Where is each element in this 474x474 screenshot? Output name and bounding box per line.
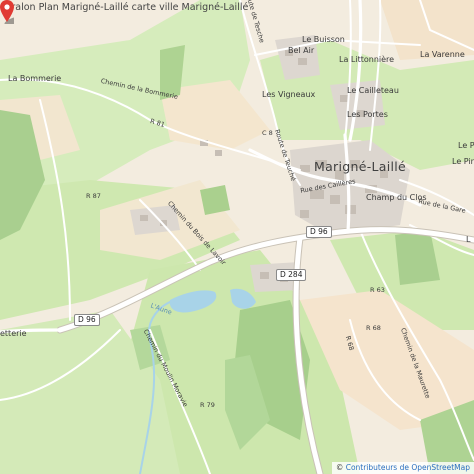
place-label-le-pi: Le Pi — [458, 141, 474, 150]
road-label-r63: R 63 — [370, 286, 385, 294]
place-label-bel-air: Bel Air — [288, 46, 315, 55]
place-label-les-vigneaux: Les Vigneaux — [262, 90, 316, 99]
map-tiles — [0, 0, 474, 474]
attribution-prefix: © — [335, 463, 346, 472]
place-label-le-pin: Le Pin — [452, 157, 474, 166]
village-label: Marigné-Laillé — [314, 159, 407, 174]
forest-area — [200, 185, 230, 215]
place-label-le-buisson: Le Buisson — [302, 35, 345, 44]
road-shield-d284: D 284 — [276, 269, 307, 281]
road-label-c8: C 8 — [262, 129, 273, 137]
place-label-la-littonniere: La Littonnière — [339, 55, 395, 64]
place-label-la-bommerie: La Bommerie — [8, 74, 62, 83]
map-canvas[interactable]: Gralon Plan Marigné-Laillé carte ville M… — [0, 0, 474, 474]
road-label-r79: R 79 — [200, 401, 215, 409]
place-label-le-cailleteau: Le Cailleteau — [347, 86, 399, 95]
place-label-l: L — [466, 235, 471, 244]
place-label-les-portes: Les Portes — [347, 110, 388, 119]
page-title: Gralon Plan Marigné-Laillé carte ville M… — [4, 2, 249, 13]
road-label-r68-a: R 68 — [366, 324, 381, 332]
place-label-la-varenne: La Varenne — [420, 50, 465, 59]
road-shield-d96-west: D 96 — [74, 314, 100, 326]
road-label-r87: R 87 — [86, 192, 101, 200]
map-attribution: © Contributeurs de OpenStreetMap — [331, 462, 474, 474]
road-shield-d96: D 96 — [306, 226, 332, 238]
openstreetmap-link[interactable]: Contributeurs de OpenStreetMap — [346, 463, 470, 472]
place-label-etterie: etterie — [0, 329, 27, 338]
map-pin-icon[interactable] — [0, 0, 14, 24]
